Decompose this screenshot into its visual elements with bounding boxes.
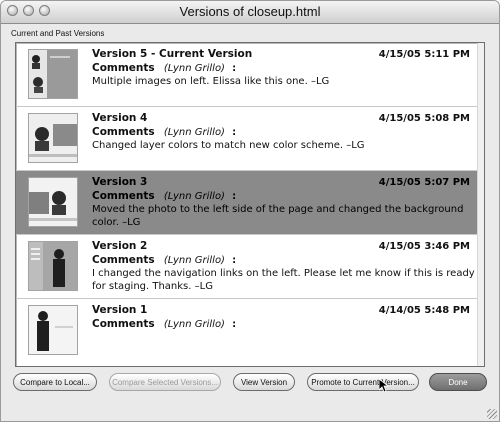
- version-label: Version 5 - Current Version: [92, 48, 253, 60]
- version-thumbnail: [28, 305, 78, 355]
- version-date: 4/15/05 3:46 PM: [378, 241, 470, 252]
- comment-text: Multiple images on left. Elissa like thi…: [92, 76, 330, 87]
- comment-text: Changed layer colors to match new color …: [92, 140, 365, 151]
- version-label: Version 1: [92, 304, 148, 316]
- zoom-window-icon[interactable]: [39, 5, 50, 16]
- comments-colon: :: [232, 255, 237, 266]
- version-row-1[interactable]: Version 1 4/14/05 5:48 PM Comments (Lynn…: [16, 299, 484, 366]
- window-title: Versions of closeup.html: [179, 4, 321, 19]
- comment-author: (Lynn Grillo): [163, 63, 225, 74]
- mouse-pointer-icon: [379, 379, 389, 393]
- title-bar[interactable]: Versions of closeup.html: [1, 1, 499, 24]
- close-window-icon[interactable]: [7, 5, 18, 16]
- version-date: 4/14/05 5:48 PM: [378, 305, 470, 316]
- versions-list[interactable]: Version 5 - Current Version 4/15/05 5:11…: [15, 42, 485, 367]
- version-row-2[interactable]: Version 2 4/15/05 3:46 PM Comments (Lynn…: [16, 235, 484, 299]
- version-date: 4/15/05 5:08 PM: [378, 113, 470, 124]
- view-version-button[interactable]: View Version: [233, 373, 295, 391]
- comment-text: Moved the photo to the left side of the …: [92, 204, 464, 228]
- version-label: Version 3: [92, 176, 148, 188]
- version-row-3[interactable]: Version 3 4/15/05 5:07 PM Comments (Lynn…: [16, 171, 484, 235]
- promote-to-current-version-button[interactable]: Promote to Current Version...: [307, 373, 419, 391]
- window-controls: [7, 5, 50, 16]
- version-label: Version 2: [92, 240, 148, 252]
- resize-grip-icon[interactable]: [487, 409, 497, 419]
- done-button[interactable]: Done: [429, 373, 487, 391]
- version-thumbnail: [28, 49, 78, 99]
- comments-label: Comments: [92, 318, 155, 330]
- version-date: 4/15/05 5:07 PM: [378, 177, 470, 188]
- comment-author: (Lynn Grillo): [163, 255, 225, 266]
- comments-colon: :: [232, 319, 237, 330]
- comments-label: Comments: [92, 126, 155, 138]
- version-thumbnail: [28, 241, 78, 291]
- comments-colon: :: [232, 63, 237, 74]
- versions-dialog: Versions of closeup.html Current and Pas…: [0, 0, 500, 422]
- version-row-5[interactable]: Version 5 - Current Version 4/15/05 5:11…: [16, 43, 484, 107]
- comments-label: Comments: [92, 254, 155, 266]
- comments-colon: :: [232, 191, 237, 202]
- comments-label: Comments: [92, 190, 155, 202]
- comment-author: (Lynn Grillo): [163, 191, 225, 202]
- minimize-window-icon[interactable]: [23, 5, 34, 16]
- comment-author: (Lynn Grillo): [163, 127, 225, 138]
- comments-colon: :: [232, 127, 237, 138]
- list-scrollbar[interactable]: [477, 43, 484, 366]
- compare-selected-versions-button[interactable]: Compare Selected Versions...: [109, 373, 221, 391]
- button-bar: Compare to Local... Compare Selected Ver…: [1, 373, 499, 395]
- version-label: Version 4: [92, 112, 148, 124]
- comment-author: (Lynn Grillo): [163, 319, 225, 330]
- comments-label: Comments: [92, 62, 155, 74]
- version-thumbnail: [28, 113, 78, 163]
- section-label: Current and Past Versions: [11, 29, 105, 38]
- version-row-4[interactable]: Version 4 4/15/05 5:08 PM Comments (Lynn…: [16, 107, 484, 171]
- comment-text: I changed the navigation links on the le…: [92, 268, 475, 292]
- version-thumbnail: [28, 177, 78, 227]
- compare-to-local-button[interactable]: Compare to Local...: [13, 373, 97, 391]
- version-date: 4/15/05 5:11 PM: [378, 49, 470, 60]
